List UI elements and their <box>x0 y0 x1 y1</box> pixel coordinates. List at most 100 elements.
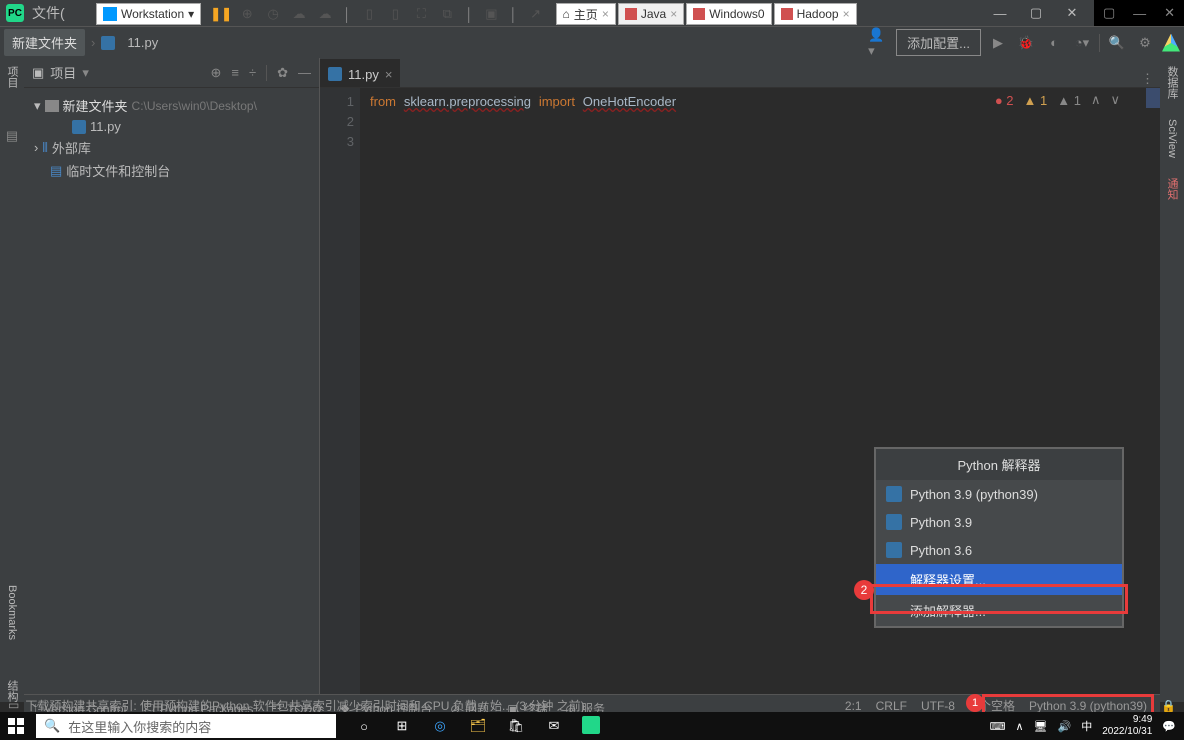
vm-cloud-icon[interactable]: ☁ <box>291 6 307 22</box>
menu-file[interactable]: 文件( <box>32 3 65 23</box>
popup-item-settings[interactable]: 解释器设置... <box>876 564 1122 595</box>
hide-icon[interactable]: — <box>298 65 311 81</box>
close-tab-icon[interactable]: × <box>385 67 393 82</box>
taskview-icon[interactable]: ○ <box>354 716 374 736</box>
popup-item-py36[interactable]: Python 3.6 <box>876 536 1122 564</box>
popup-item-add[interactable]: 添加解释器... <box>876 595 1122 626</box>
tray-network-icon[interactable]: 🖥 <box>1034 720 1048 733</box>
window-close-icon[interactable]: ✕ <box>1058 0 1086 26</box>
tree-root-path: C:\Users\win0\Desktop\ <box>132 99 257 113</box>
outer-min-icon[interactable]: — <box>1133 6 1146 21</box>
taskbar-search[interactable]: 🔍 在这里输入你搜索的内容 <box>36 714 336 738</box>
store-icon[interactable]: 🛍 <box>506 716 526 736</box>
user-icon[interactable]: 👤▾ <box>868 32 890 54</box>
popup-item-py39full[interactable]: Python 3.9 (python39) <box>876 480 1122 508</box>
outer-close-icon[interactable]: ✕ <box>1164 5 1175 21</box>
vmware-tab-home[interactable]: ⌂主页× <box>556 3 616 25</box>
line-number: 2 <box>320 112 354 132</box>
coverage-icon[interactable]: ◐ <box>1043 32 1065 54</box>
edge-icon[interactable]: ◎ <box>430 716 450 736</box>
tray-notification-icon[interactable]: 💬 <box>1162 720 1176 733</box>
left-toolstrip: 项目 ▤ Bookmarks 结构 <box>0 58 24 702</box>
code-keyword: import <box>539 94 575 109</box>
search-icon[interactable]: 🔍 <box>1106 32 1128 54</box>
collapse-icon[interactable]: ÷ <box>249 65 256 81</box>
project-panel-title: 项目 <box>50 63 76 82</box>
tree-ext-lib[interactable]: › ⫴ 外部库 <box>28 136 315 159</box>
right-toolstrip: 数据库 SciView 通知 <box>1160 58 1184 702</box>
python-icon <box>886 542 902 558</box>
breadcrumb-folder[interactable]: 新建文件夹 <box>4 29 85 56</box>
pycharm-icon: PC <box>6 4 24 22</box>
status-interpreter[interactable]: Python 3.9 (python39) <box>1029 699 1147 713</box>
learn-icon[interactable] <box>1162 34 1180 52</box>
tool-project[interactable]: 项目 <box>4 66 20 88</box>
insp-down-icon[interactable]: ∨ <box>1110 92 1120 108</box>
pycharm-taskbar-icon[interactable] <box>582 716 600 734</box>
tray-clock[interactable]: 9:49 2022/10/31 <box>1102 714 1152 738</box>
tool-notify[interactable]: 通知 <box>1164 178 1180 200</box>
error-count: 2 <box>1006 93 1013 108</box>
tree-root-label: 新建文件夹 <box>63 96 128 115</box>
vm-snapshot-icon[interactable]: ⊕ <box>239 6 255 22</box>
window-maximize-icon[interactable]: ▢ <box>1022 0 1050 26</box>
vm-layout1-icon[interactable]: ▯ <box>361 6 377 22</box>
tray-chevron-icon[interactable]: ∧ <box>1016 720 1024 733</box>
run-config-dropdown[interactable]: 添加配置... <box>896 29 981 56</box>
editor-tab-0[interactable]: 11.py × <box>320 59 400 87</box>
tree-file[interactable]: 11.py <box>28 117 315 136</box>
tray-speaker-icon[interactable]: 🔊 <box>1058 720 1072 733</box>
gear-icon[interactable]: ✿ <box>277 65 288 81</box>
vm-cloud2-icon[interactable]: ☁ <box>317 6 333 22</box>
vm-layout2-icon[interactable]: ▯ <box>387 6 403 22</box>
code-package: sklearn.preprocessing <box>404 94 531 109</box>
insp-up-icon[interactable]: ∧ <box>1091 92 1101 108</box>
tree-root[interactable]: ▾ 新建文件夹 C:\Users\win0\Desktop\ <box>28 94 315 117</box>
popup-item-py39[interactable]: Python 3.9 <box>876 508 1122 536</box>
window-minimize-icon[interactable]: — <box>986 0 1014 26</box>
vm-console-icon[interactable]: ▣ <box>483 6 499 22</box>
tool-bookmarks[interactable]: Bookmarks <box>6 585 18 640</box>
tool-database[interactable]: 数据库 <box>1164 66 1180 99</box>
debug-icon[interactable]: 🐞 <box>1015 32 1037 54</box>
run-icon[interactable]: ▶ <box>987 32 1009 54</box>
inspection-widget[interactable]: ● 2 ▲ 1 ▲ 1 ∧ ∨ <box>995 92 1120 108</box>
vm-fullscreen-icon[interactable]: ⛶ <box>413 6 429 22</box>
vm-clock-icon[interactable]: ◷ <box>265 6 281 22</box>
vmware-tab-windows0[interactable]: Windows0 <box>686 3 771 25</box>
vm-export-icon[interactable]: ↗ <box>528 6 544 22</box>
status-encoding[interactable]: UTF-8 <box>921 699 955 713</box>
tray-keyboard-icon[interactable]: ⌨ <box>990 720 1006 733</box>
editor-more-icon[interactable]: ⋮ <box>1141 71 1154 86</box>
project-view-dropdown-icon[interactable]: ▾ <box>82 65 89 81</box>
tree-scratch[interactable]: ▤ 临时文件和控制台 <box>28 159 315 182</box>
code-symbol: OneHotEncoder <box>583 94 676 109</box>
outer-restore-icon[interactable]: ▢ <box>1103 5 1115 21</box>
status-crlf[interactable]: CRLF <box>876 699 907 713</box>
cortana-icon[interactable]: ⊞ <box>392 716 412 736</box>
vm-pause-icon[interactable]: ❚❚ <box>213 6 229 22</box>
search-placeholder: 在这里输入你搜索的内容 <box>68 717 211 736</box>
explorer-icon[interactable]: 🗂 <box>468 716 488 736</box>
mail-icon[interactable]: ✉ <box>544 716 564 736</box>
profile-icon[interactable]: ◔▾ <box>1071 32 1093 54</box>
line-number: 1 <box>320 92 354 112</box>
locate-icon[interactable]: ⊕ <box>210 65 221 81</box>
expand-icon[interactable]: ≡ <box>231 65 239 81</box>
callout-badge-1: 1 <box>966 694 984 712</box>
tray-ime[interactable]: 中 <box>1081 718 1092 734</box>
vmware-tab-java[interactable]: Java× <box>618 3 684 25</box>
settings-icon[interactable]: ⚙ <box>1134 32 1156 54</box>
folder-small-icon[interactable]: ▤ <box>6 128 18 144</box>
tool-sciview[interactable]: SciView <box>1166 119 1178 158</box>
vmware-tab-hadoop[interactable]: Hadoop× <box>774 3 857 25</box>
editor-tab-label: 11.py <box>348 67 379 82</box>
breadcrumb-file[interactable]: 11.py <box>121 33 164 52</box>
vm-unity-icon[interactable]: ⧉ <box>439 6 455 22</box>
start-button[interactable] <box>0 718 32 734</box>
python-file-icon <box>72 120 86 134</box>
status-lock-icon[interactable]: 🔒 <box>1161 699 1176 713</box>
vmware-workstation-dropdown[interactable]: Workstation ▾ <box>96 3 201 25</box>
status-pos[interactable]: 2:1 <box>845 699 862 713</box>
minimap-indicator[interactable] <box>1146 88 1160 108</box>
